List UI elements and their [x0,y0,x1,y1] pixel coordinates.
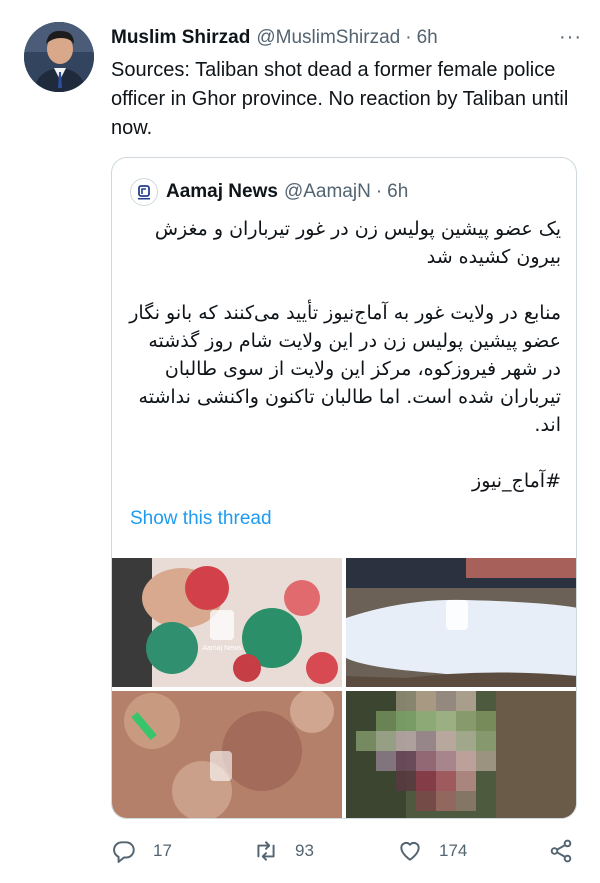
quoted-tweet-header: Aamaj News @AamajN · 6h [130,178,408,206]
author-name[interactable]: Muslim Shirzad [111,27,250,49]
tweet-actions: 17 93 174 [111,834,581,868]
quoted-body: منابع در ولایت غور به آماج‌نیوز تأیید می… [129,302,561,436]
separator-dot: · [405,27,412,48]
media-grid: Aamaj News [112,558,576,818]
like-button[interactable]: 174 [397,834,467,868]
more-icon[interactable]: ··· [559,26,582,49]
tweet-timestamp[interactable]: 6h [417,27,438,49]
like-icon [400,841,420,861]
reply-count: 17 [153,841,172,860]
reply-button[interactable]: 17 [111,834,172,868]
tweet-header: Muslim Shirzad @MuslimShirzad · 6h ··· [111,26,584,50]
quoted-author-handle[interactable]: @AamajN [284,181,371,203]
retweet-icon [257,841,275,861]
media-image-2[interactable] [346,558,576,687]
show-thread-link[interactable]: Show this thread [130,508,272,530]
author-avatar[interactable] [24,22,94,92]
quoted-tweet[interactable]: Aamaj News @AamajN · 6h یک عضو پیشین پول… [111,157,577,819]
quoted-author-name[interactable]: Aamaj News [166,181,278,203]
quoted-hashtag[interactable]: #آماج_نیوز [128,467,561,495]
retweet-button[interactable]: 93 [253,834,314,868]
quoted-timestamp[interactable]: 6h [387,181,408,203]
retweet-count: 93 [295,841,314,860]
watermark-text: Aamaj News [202,645,242,652]
quoted-author-avatar[interactable] [130,178,158,206]
media-image-3[interactable] [112,691,342,818]
aamaj-logo-icon [138,185,150,200]
media-image-1[interactable]: Aamaj News [112,558,342,687]
author-handle[interactable]: @MuslimShirzad [256,27,400,49]
quoted-separator-dot: · [375,181,383,202]
tweet[interactable]: Muslim Shirzad @MuslimShirzad · 6h ··· S… [0,0,600,883]
quoted-headline: یک عضو پیشین پولیس زن در غور تیرباران و … [154,218,561,268]
share-icon [550,839,572,863]
media-image-4-blurred[interactable] [346,691,576,818]
tweet-text: Sources: Taliban shot dead a former fema… [111,59,569,139]
reply-icon [113,841,135,863]
like-count: 174 [439,841,468,860]
share-button[interactable] [548,834,574,868]
quoted-tweet-text: یک عضو پیشین پولیس زن در غور تیرباران و … [128,215,561,495]
